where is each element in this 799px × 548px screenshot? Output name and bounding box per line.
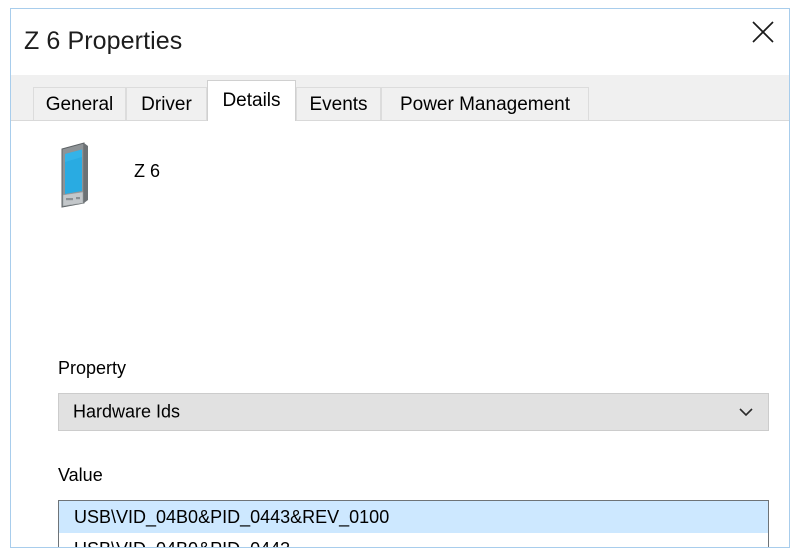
value-listbox[interactable]: USB\VID_04B0&PID_0443&REV_0100 USB\VID_0… [58, 500, 769, 548]
list-item[interactable]: USB\VID_04B0&PID_0443&REV_0100 [59, 501, 768, 533]
tab-events-label: Events [309, 94, 367, 116]
property-select[interactable]: Hardware Ids [58, 393, 769, 431]
tab-strip: General Driver Details Events Power Mana… [11, 75, 789, 121]
title-bar: Z 6 Properties [11, 9, 789, 75]
tab-general-label: General [46, 94, 114, 116]
tab-driver[interactable]: Driver [126, 87, 207, 121]
close-icon [750, 19, 776, 45]
tab-events[interactable]: Events [296, 87, 381, 121]
device-header: Z 6 [11, 139, 789, 213]
window-title: Z 6 Properties [24, 27, 182, 56]
close-button[interactable] [737, 9, 789, 55]
device-properties-dialog: Z 6 Properties General Driver Details [10, 8, 790, 548]
tab-general[interactable]: General [33, 87, 126, 121]
details-tab-panel: Z 6 Property Hardware Ids Value USB\VID_… [11, 120, 789, 548]
tab-power-management[interactable]: Power Management [381, 87, 589, 121]
list-item[interactable]: USB\VID_04B0&PID_0443 [59, 533, 768, 548]
desktop-background: Z 6 Properties General Driver Details [0, 0, 799, 530]
tab-details-label: Details [222, 90, 280, 112]
portable-device-icon [58, 141, 94, 209]
tab-details[interactable]: Details [207, 80, 296, 121]
value-label: Value [58, 465, 103, 486]
property-select-value: Hardware Ids [73, 402, 180, 423]
tab-power-management-label: Power Management [400, 94, 570, 116]
chevron-down-icon [737, 406, 755, 418]
tab-driver-label: Driver [141, 94, 192, 116]
device-name: Z 6 [134, 161, 160, 182]
property-label: Property [58, 358, 126, 379]
